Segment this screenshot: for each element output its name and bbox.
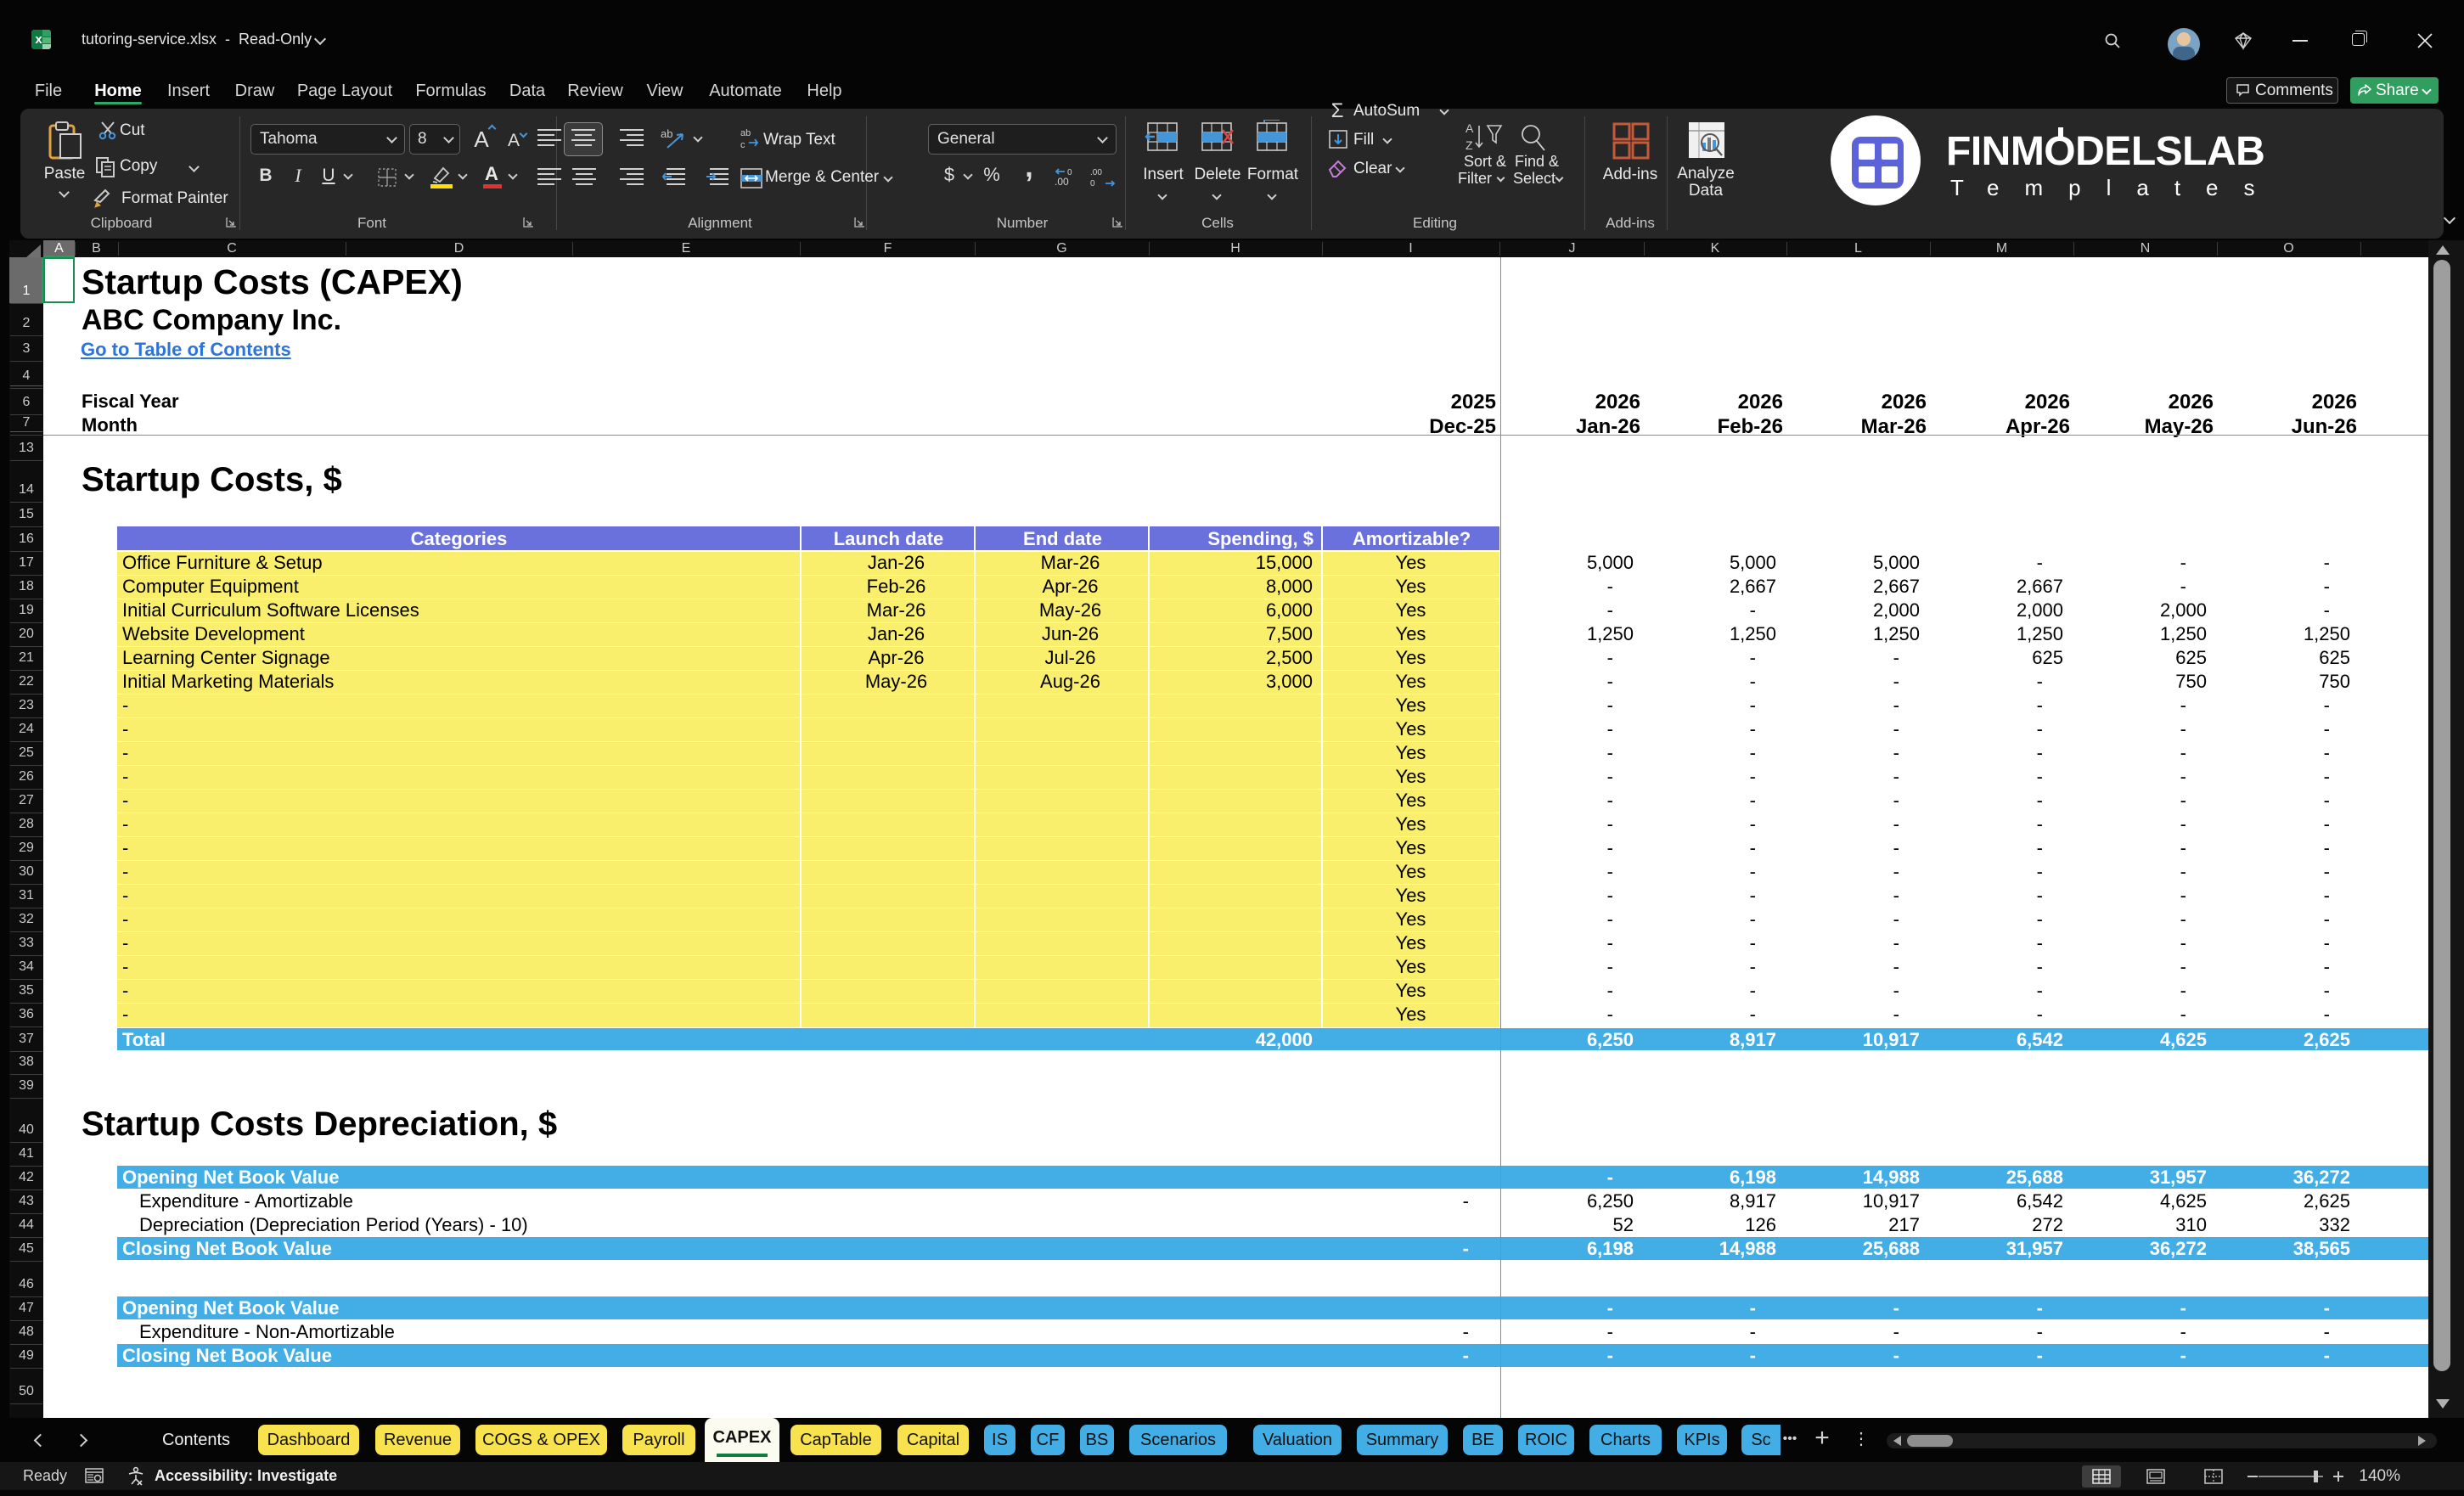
svg-text:0: 0	[1090, 179, 1095, 188]
svg-text:.00: .00	[1055, 176, 1069, 188]
svg-text:c: c	[740, 140, 745, 149]
svg-text:.00: .00	[1090, 168, 1102, 177]
svg-text:A: A	[1465, 121, 1474, 135]
svg-text:0: 0	[1067, 168, 1072, 177]
svg-text:ab: ab	[661, 127, 672, 140]
svg-text:ab: ab	[740, 128, 751, 138]
svg-text:Z: Z	[1465, 138, 1473, 152]
